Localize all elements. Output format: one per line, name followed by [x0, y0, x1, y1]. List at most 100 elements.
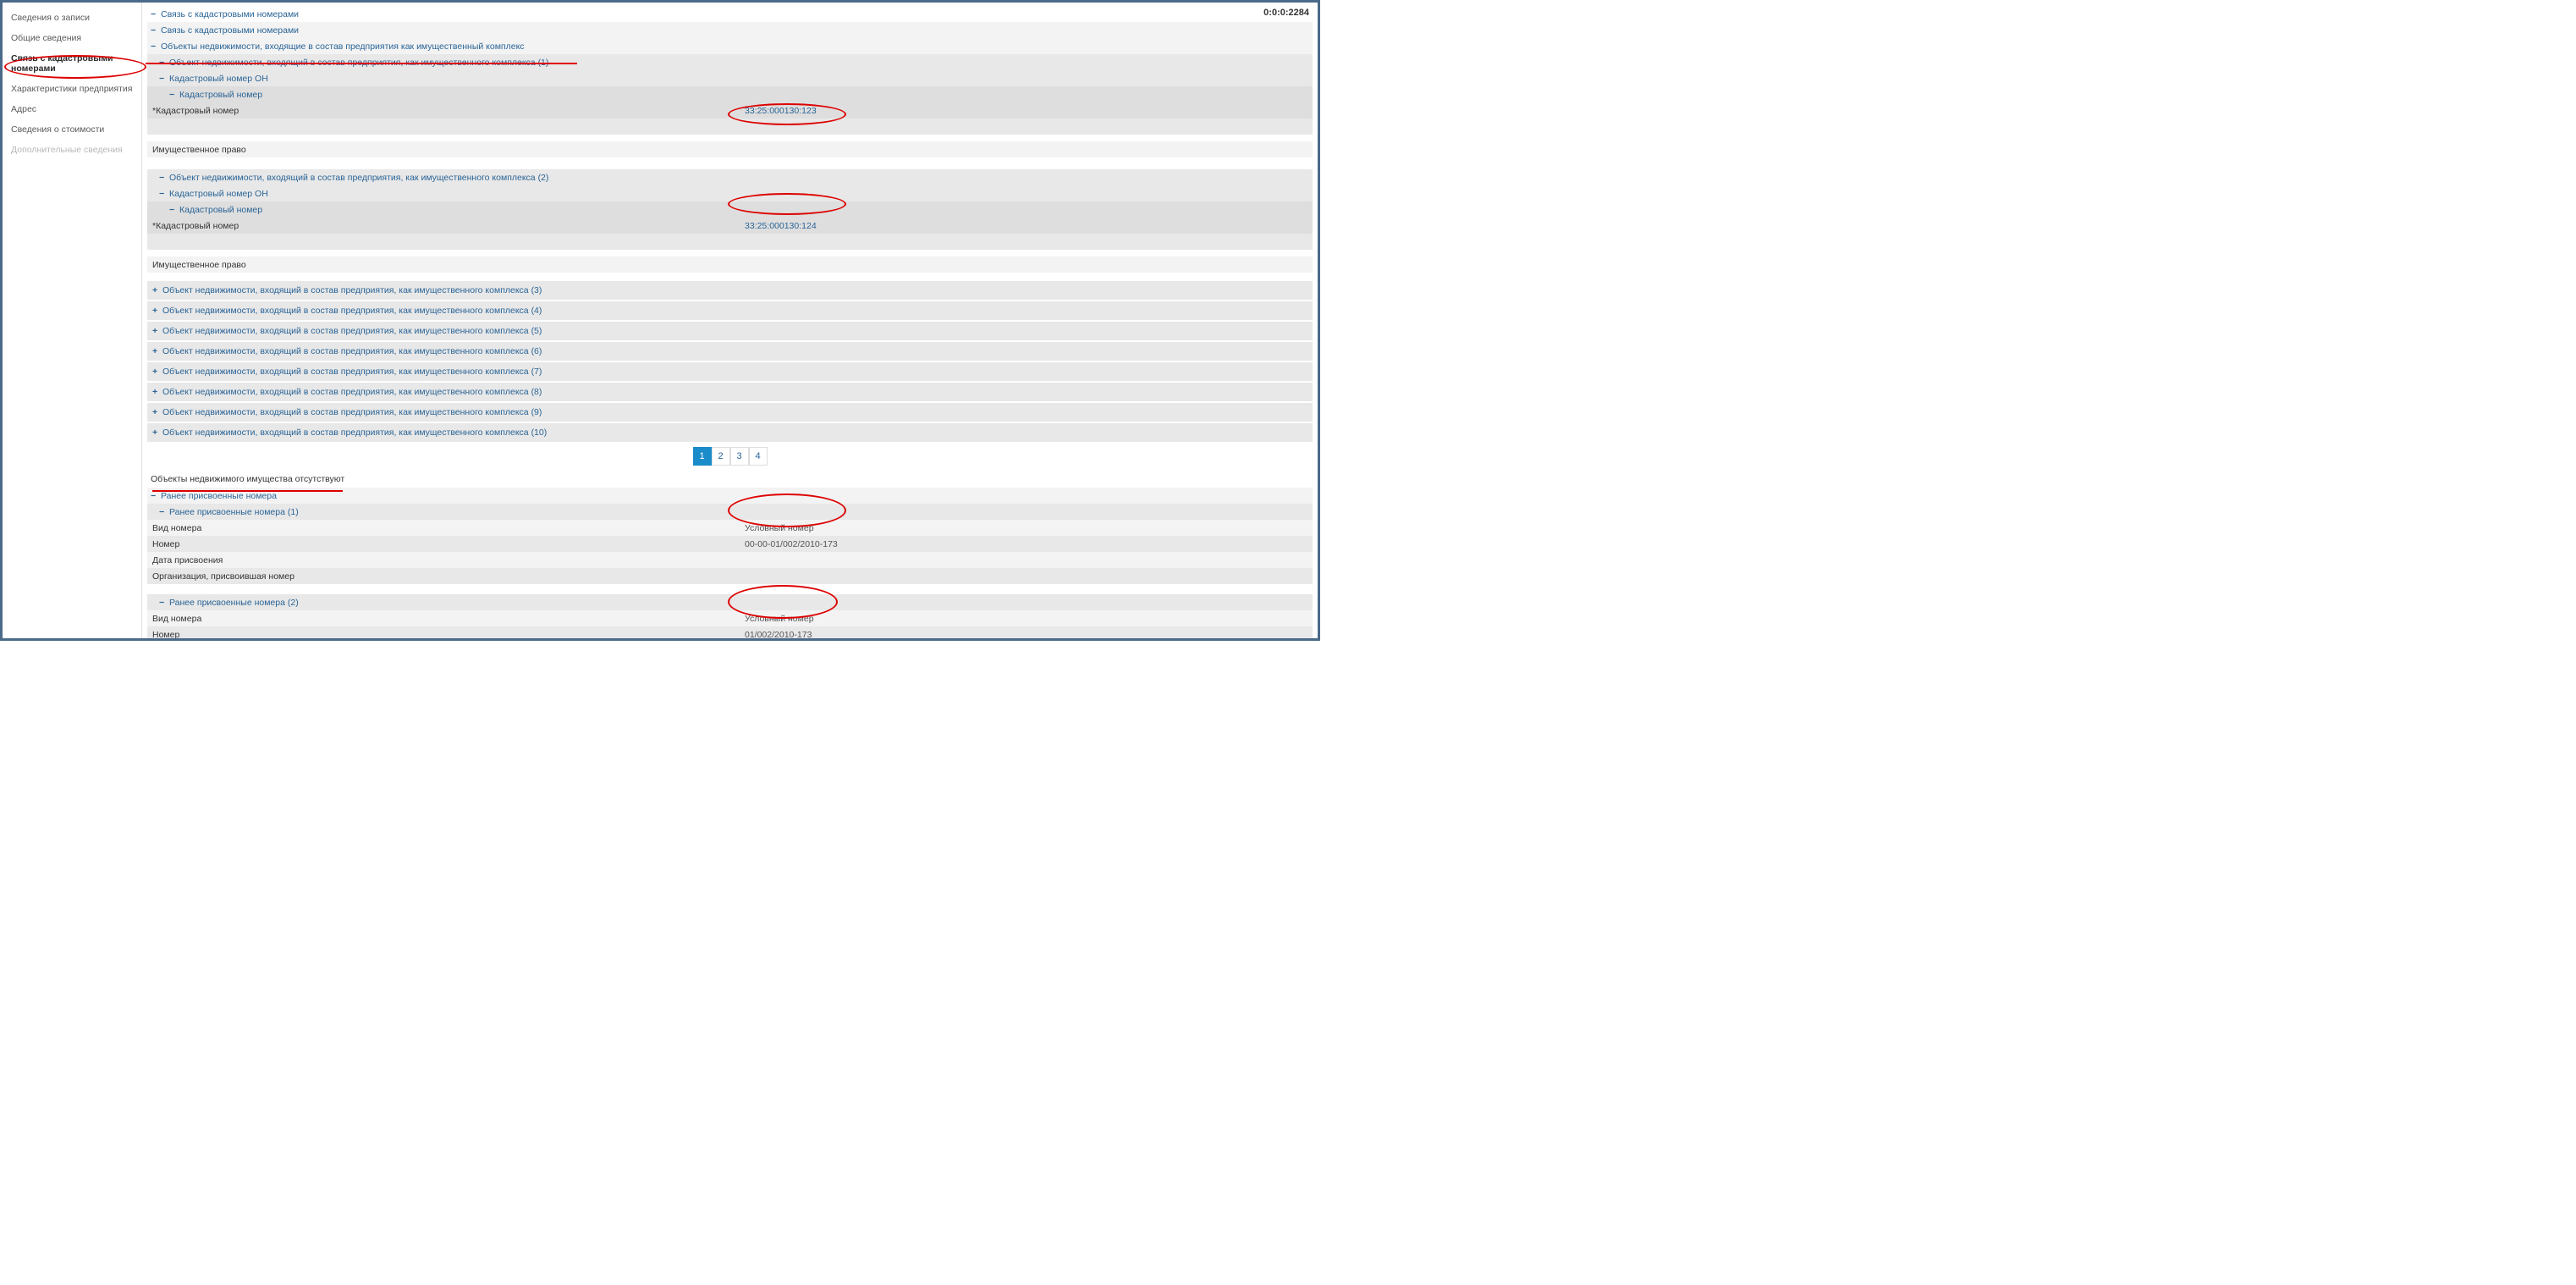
field-value — [740, 575, 1313, 578]
field-label: Номер — [147, 538, 740, 551]
field-row-cadastral-1: *Кадастровый номер 33:25:000130:123 — [147, 102, 1313, 119]
section-label: Ранее присвоенные номера (2) — [169, 598, 299, 608]
field-label: Вид номера — [147, 612, 740, 626]
plus-icon: + — [152, 427, 162, 438]
minus-icon: − — [159, 58, 169, 68]
plus-icon: + — [152, 326, 162, 336]
minus-icon: − — [159, 598, 169, 608]
sidebar-item-record-info[interactable]: Сведения о записи — [3, 8, 141, 28]
object-collapsed-10[interactable]: +Объект недвижимости, входящий в состав … — [147, 423, 1313, 444]
section-label: Объект недвижимости, входящий в состав п… — [162, 387, 542, 397]
section-label: Ранее присвоенные номера (1) — [169, 507, 299, 517]
section-label: Объект недвижимости, входящий в состав п… — [162, 427, 547, 438]
sidebar-item-cost[interactable]: Сведения о стоимости — [3, 119, 141, 140]
object-header-1[interactable]: − Объект недвижимости, входящий в состав… — [147, 54, 1313, 70]
field-label: Имущественное право — [147, 143, 740, 157]
field-label: *Кадастровый номер — [147, 104, 740, 118]
plus-icon: + — [152, 407, 162, 417]
object-sub-2[interactable]: − Кадастровый номер ОН — [147, 185, 1313, 201]
object-collapsed-7[interactable]: +Объект недвижимости, входящий в состав … — [147, 362, 1313, 383]
field-label: Номер — [147, 628, 740, 639]
field-value-cadastral-1[interactable]: 33:25:000130:123 — [740, 104, 1313, 118]
field-label: Организация, присвоившая номер — [147, 570, 740, 583]
section-objects-complex[interactable]: − Объекты недвижимости, входящие в соста… — [147, 38, 1313, 54]
minus-icon: − — [151, 491, 161, 501]
section-label: Объект недвижимости, входящий в состав п… — [169, 58, 548, 68]
field-value-cadastral-2[interactable]: 33:25:000130:124 — [740, 219, 1313, 233]
timer-display: 0:0:0:2284 — [1263, 8, 1309, 18]
field-value: Условный номер — [740, 612, 1313, 626]
minus-icon: − — [169, 205, 179, 215]
plus-icon: + — [152, 346, 162, 356]
section-cadastral-link-top[interactable]: − Связь с кадастровыми номерами — [147, 6, 1313, 22]
section-label: Объект недвижимости, входящий в состав п… — [162, 306, 542, 316]
pagination: 1 2 3 4 — [147, 444, 1313, 471]
section-label: Объект недвижимости, входящий в состав п… — [162, 367, 542, 377]
field-row-right-1: Имущественное право — [147, 141, 1313, 157]
section-label: Кадастровый номер ОН — [169, 74, 268, 84]
minus-icon: − — [151, 9, 161, 19]
object-header-2[interactable]: − Объект недвижимости, входящий в состав… — [147, 169, 1313, 185]
page-2[interactable]: 2 — [712, 447, 730, 466]
section-label: Объект недвижимости, входящий в состав п… — [162, 407, 542, 417]
field-value: Условный номер — [740, 521, 1313, 535]
section-label: Кадастровый номер — [179, 205, 262, 215]
field-label: Имущественное право — [147, 258, 740, 272]
field-value — [740, 559, 1313, 562]
section-label: Ранее присвоенные номера — [161, 491, 277, 501]
section-cadastral-link-sub[interactable]: − Связь с кадастровыми номерами — [147, 22, 1313, 38]
minus-icon: − — [159, 189, 169, 199]
prev-numbers-header[interactable]: − Ранее присвоенные номера — [147, 488, 1313, 504]
section-label: Объекты недвижимости, входящие в состав … — [161, 41, 525, 52]
page-3[interactable]: 3 — [730, 447, 749, 466]
sidebar-item-general[interactable]: Общие сведения — [3, 28, 141, 48]
field-label: *Кадастровый номер — [147, 219, 740, 233]
plus-icon: + — [152, 387, 162, 397]
section-label: Кадастровый номер ОН — [169, 189, 268, 199]
section-label: Объект недвижимости, входящий в состав п… — [162, 285, 542, 295]
prev1-row-date: Дата присвоения — [147, 552, 1313, 568]
page-4[interactable]: 4 — [749, 447, 768, 466]
object-collapsed-6[interactable]: +Объект недвижимости, входящий в состав … — [147, 342, 1313, 362]
minus-icon: − — [159, 507, 169, 517]
field-row-empty-1 — [147, 119, 1313, 135]
minus-icon: − — [151, 25, 161, 36]
field-value: 00-00-01/002/2010-173 — [740, 538, 1313, 551]
object-collapsed-9[interactable]: +Объект недвижимости, входящий в состав … — [147, 403, 1313, 423]
section-label: Связь с кадастровыми номерами — [161, 9, 299, 19]
minus-icon: − — [151, 41, 161, 52]
object-collapsed-8[interactable]: +Объект недвижимости, входящий в состав … — [147, 383, 1313, 403]
prev1-row-type: Вид номера Условный номер — [147, 520, 1313, 536]
sidebar: Сведения о записи Общие сведения Связь с… — [3, 3, 142, 638]
sidebar-item-cadastral-link[interactable]: Связь с кадастровыми номерами — [3, 48, 141, 79]
section-label: Кадастровый номер — [179, 90, 262, 100]
field-row-empty-2 — [147, 234, 1313, 250]
section-label: Объект недвижимости, входящий в состав п… — [169, 173, 548, 183]
object-group-1[interactable]: − Кадастровый номер — [147, 86, 1313, 102]
object-collapsed-4[interactable]: +Объект недвижимости, входящий в состав … — [147, 301, 1313, 322]
sidebar-item-characteristics[interactable]: Характеристики предприятия — [3, 79, 141, 99]
sidebar-item-address[interactable]: Адрес — [3, 99, 141, 119]
prev-group-2[interactable]: − Ранее присвоенные номера (2) — [147, 594, 1313, 610]
prev2-row-type: Вид номера Условный номер — [147, 610, 1313, 626]
sidebar-item-additional[interactable]: Дополнительные сведения — [3, 140, 141, 160]
prev-group-1[interactable]: − Ранее присвоенные номера (1) — [147, 504, 1313, 520]
prev1-row-number: Номер 00-00-01/002/2010-173 — [147, 536, 1313, 552]
field-value: 01/002/2010-173 — [740, 628, 1313, 639]
prev2-row-number: Номер 01/002/2010-173 — [147, 626, 1313, 638]
object-collapsed-5[interactable]: +Объект недвижимости, входящий в состав … — [147, 322, 1313, 342]
plus-icon: + — [152, 367, 162, 377]
minus-icon: − — [169, 90, 179, 100]
field-row-cadastral-2: *Кадастровый номер 33:25:000130:124 — [147, 218, 1313, 234]
object-group-2[interactable]: − Кадастровый номер — [147, 201, 1313, 218]
object-sub-1[interactable]: − Кадастровый номер ОН — [147, 70, 1313, 86]
plus-icon: + — [152, 306, 162, 316]
minus-icon: − — [159, 173, 169, 183]
section-label: Связь с кадастровыми номерами — [161, 25, 299, 36]
plus-icon: + — [152, 285, 162, 295]
page-1[interactable]: 1 — [693, 447, 712, 466]
section-label: Объект недвижимости, входящий в состав п… — [162, 346, 542, 356]
object-collapsed-3[interactable]: +Объект недвижимости, входящий в состав … — [147, 281, 1313, 301]
section-label: Объект недвижимости, входящий в состав п… — [162, 326, 542, 336]
objects-absent-text: Объекты недвижимого имущества отсутствую… — [147, 471, 1313, 488]
